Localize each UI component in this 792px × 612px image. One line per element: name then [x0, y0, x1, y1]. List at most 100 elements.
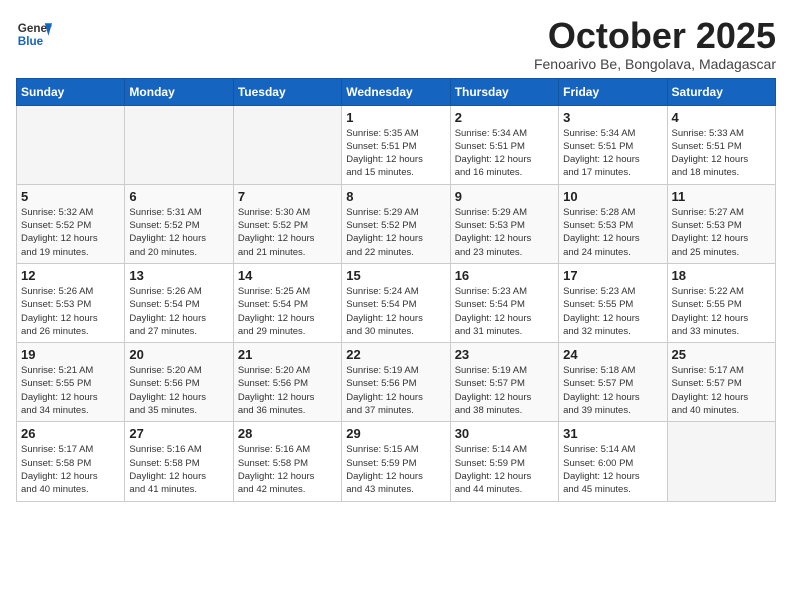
cell-info: Sunrise: 5:27 AM Sunset: 5:53 PM Dayligh…: [672, 206, 771, 259]
calendar-cell: 9 Sunrise: 5:29 AM Sunset: 5:53 PM Daylig…: [450, 184, 558, 263]
cell-info: Sunrise: 5:17 AM Sunset: 5:58 PM Dayligh…: [21, 443, 120, 496]
calendar-week-5: 26 Sunrise: 5:17 AM Sunset: 5:58 PM Dayli…: [17, 422, 776, 501]
day-number: 17: [563, 268, 662, 283]
cell-info: Sunrise: 5:15 AM Sunset: 5:59 PM Dayligh…: [346, 443, 445, 496]
cell-info: Sunrise: 5:14 AM Sunset: 6:00 PM Dayligh…: [563, 443, 662, 496]
day-number: 9: [455, 189, 554, 204]
day-number: 16: [455, 268, 554, 283]
cell-info: Sunrise: 5:29 AM Sunset: 5:52 PM Dayligh…: [346, 206, 445, 259]
calendar-cell: 30 Sunrise: 5:14 AM Sunset: 5:59 PM Dayli…: [450, 422, 558, 501]
cell-info: Sunrise: 5:24 AM Sunset: 5:54 PM Dayligh…: [346, 285, 445, 338]
day-number: 30: [455, 426, 554, 441]
day-number: 7: [238, 189, 337, 204]
cell-info: Sunrise: 5:26 AM Sunset: 5:54 PM Dayligh…: [129, 285, 228, 338]
calendar-cell: 26 Sunrise: 5:17 AM Sunset: 5:58 PM Dayli…: [17, 422, 125, 501]
cell-info: Sunrise: 5:14 AM Sunset: 5:59 PM Dayligh…: [455, 443, 554, 496]
day-number: 31: [563, 426, 662, 441]
cell-info: Sunrise: 5:26 AM Sunset: 5:53 PM Dayligh…: [21, 285, 120, 338]
calendar-cell: 23 Sunrise: 5:19 AM Sunset: 5:57 PM Dayli…: [450, 343, 558, 422]
calendar-cell: 10 Sunrise: 5:28 AM Sunset: 5:53 PM Dayli…: [559, 184, 667, 263]
calendar-cell: 8 Sunrise: 5:29 AM Sunset: 5:52 PM Daylig…: [342, 184, 450, 263]
day-number: 23: [455, 347, 554, 362]
calendar-cell: 20 Sunrise: 5:20 AM Sunset: 5:56 PM Dayli…: [125, 343, 233, 422]
calendar-cell: 15 Sunrise: 5:24 AM Sunset: 5:54 PM Dayli…: [342, 263, 450, 342]
cell-info: Sunrise: 5:20 AM Sunset: 5:56 PM Dayligh…: [129, 364, 228, 417]
cell-info: Sunrise: 5:34 AM Sunset: 5:51 PM Dayligh…: [563, 127, 662, 180]
cell-info: Sunrise: 5:30 AM Sunset: 5:52 PM Dayligh…: [238, 206, 337, 259]
calendar-cell: 3Sunrise: 5:34 AM Sunset: 5:51 PM Daylig…: [559, 105, 667, 184]
calendar-cell: 25Sunrise: 5:17 AM Sunset: 5:57 PM Dayli…: [667, 343, 775, 422]
title-block: October 2025 Fenoarivo Be, Bongolava, Ma…: [534, 16, 776, 72]
logo-icon: General Blue: [16, 16, 52, 52]
cell-info: Sunrise: 5:18 AM Sunset: 5:57 PM Dayligh…: [563, 364, 662, 417]
month-title: October 2025: [534, 16, 776, 56]
day-number: 28: [238, 426, 337, 441]
calendar-cell: 29 Sunrise: 5:15 AM Sunset: 5:59 PM Dayli…: [342, 422, 450, 501]
cell-info: Sunrise: 5:16 AM Sunset: 5:58 PM Dayligh…: [238, 443, 337, 496]
day-number: 10: [563, 189, 662, 204]
calendar-cell: 27Sunrise: 5:16 AM Sunset: 5:58 PM Dayli…: [125, 422, 233, 501]
calendar-cell: 2Sunrise: 5:34 AM Sunset: 5:51 PM Daylig…: [450, 105, 558, 184]
cell-info: Sunrise: 5:19 AM Sunset: 5:56 PM Dayligh…: [346, 364, 445, 417]
calendar-table: SundayMondayTuesdayWednesdayThursdayFrid…: [16, 78, 776, 502]
calendar-cell: 18 Sunrise: 5:22 AM Sunset: 5:55 PM Dayli…: [667, 263, 775, 342]
day-number: 20: [129, 347, 228, 362]
day-number: 19: [21, 347, 120, 362]
day-number: 11: [672, 189, 771, 204]
calendar-cell: 24 Sunrise: 5:18 AM Sunset: 5:57 PM Dayli…: [559, 343, 667, 422]
calendar-cell: 5Sunrise: 5:32 AM Sunset: 5:52 PM Daylig…: [17, 184, 125, 263]
cell-info: Sunrise: 5:23 AM Sunset: 5:55 PM Dayligh…: [563, 285, 662, 338]
day-number: 24: [563, 347, 662, 362]
weekday-header-monday: Monday: [125, 78, 233, 105]
day-number: 18: [672, 268, 771, 283]
calendar-cell: 19 Sunrise: 5:21 AM Sunset: 5:55 PM Dayli…: [17, 343, 125, 422]
weekday-header-thursday: Thursday: [450, 78, 558, 105]
weekday-header-wednesday: Wednesday: [342, 78, 450, 105]
cell-info: Sunrise: 5:17 AM Sunset: 5:57 PM Dayligh…: [672, 364, 771, 417]
svg-text:Blue: Blue: [18, 35, 44, 48]
location-subtitle: Fenoarivo Be, Bongolava, Madagascar: [534, 56, 776, 72]
calendar-cell: 31 Sunrise: 5:14 AM Sunset: 6:00 PM Dayli…: [559, 422, 667, 501]
weekday-header-tuesday: Tuesday: [233, 78, 341, 105]
calendar-week-3: 12Sunrise: 5:26 AM Sunset: 5:53 PM Dayli…: [17, 263, 776, 342]
page-header: General Blue October 2025 Fenoarivo Be, …: [16, 16, 776, 72]
day-number: 8: [346, 189, 445, 204]
day-number: 1: [346, 110, 445, 125]
day-number: 2: [455, 110, 554, 125]
cell-info: Sunrise: 5:22 AM Sunset: 5:55 PM Dayligh…: [672, 285, 771, 338]
calendar-cell: [17, 105, 125, 184]
cell-info: Sunrise: 5:19 AM Sunset: 5:57 PM Dayligh…: [455, 364, 554, 417]
calendar-cell: 22 Sunrise: 5:19 AM Sunset: 5:56 PM Dayli…: [342, 343, 450, 422]
cell-info: Sunrise: 5:32 AM Sunset: 5:52 PM Dayligh…: [21, 206, 120, 259]
calendar-cell: 11 Sunrise: 5:27 AM Sunset: 5:53 PM Dayli…: [667, 184, 775, 263]
day-number: 21: [238, 347, 337, 362]
calendar-cell: [233, 105, 341, 184]
calendar-cell: 28 Sunrise: 5:16 AM Sunset: 5:58 PM Dayli…: [233, 422, 341, 501]
day-number: 22: [346, 347, 445, 362]
day-number: 29: [346, 426, 445, 441]
cell-info: Sunrise: 5:21 AM Sunset: 5:55 PM Dayligh…: [21, 364, 120, 417]
day-number: 13: [129, 268, 228, 283]
calendar-week-4: 19 Sunrise: 5:21 AM Sunset: 5:55 PM Dayli…: [17, 343, 776, 422]
cell-info: Sunrise: 5:25 AM Sunset: 5:54 PM Dayligh…: [238, 285, 337, 338]
cell-info: Sunrise: 5:23 AM Sunset: 5:54 PM Dayligh…: [455, 285, 554, 338]
cell-info: Sunrise: 5:35 AM Sunset: 5:51 PM Dayligh…: [346, 127, 445, 180]
calendar-cell: 12Sunrise: 5:26 AM Sunset: 5:53 PM Dayli…: [17, 263, 125, 342]
calendar-cell: 14 Sunrise: 5:25 AM Sunset: 5:54 PM Dayli…: [233, 263, 341, 342]
calendar-cell: 16 Sunrise: 5:23 AM Sunset: 5:54 PM Dayli…: [450, 263, 558, 342]
calendar-cell: 4Sunrise: 5:33 AM Sunset: 5:51 PM Daylig…: [667, 105, 775, 184]
cell-info: Sunrise: 5:33 AM Sunset: 5:51 PM Dayligh…: [672, 127, 771, 180]
cell-info: Sunrise: 5:31 AM Sunset: 5:52 PM Dayligh…: [129, 206, 228, 259]
day-number: 15: [346, 268, 445, 283]
cell-info: Sunrise: 5:29 AM Sunset: 5:53 PM Dayligh…: [455, 206, 554, 259]
cell-info: Sunrise: 5:28 AM Sunset: 5:53 PM Dayligh…: [563, 206, 662, 259]
weekday-header-saturday: Saturday: [667, 78, 775, 105]
day-number: 26: [21, 426, 120, 441]
calendar-cell: 21Sunrise: 5:20 AM Sunset: 5:56 PM Dayli…: [233, 343, 341, 422]
weekday-header-sunday: Sunday: [17, 78, 125, 105]
logo: General Blue: [16, 16, 52, 52]
weekday-header-row: SundayMondayTuesdayWednesdayThursdayFrid…: [17, 78, 776, 105]
calendar-cell: 13 Sunrise: 5:26 AM Sunset: 5:54 PM Dayli…: [125, 263, 233, 342]
calendar-cell: [667, 422, 775, 501]
day-number: 14: [238, 268, 337, 283]
